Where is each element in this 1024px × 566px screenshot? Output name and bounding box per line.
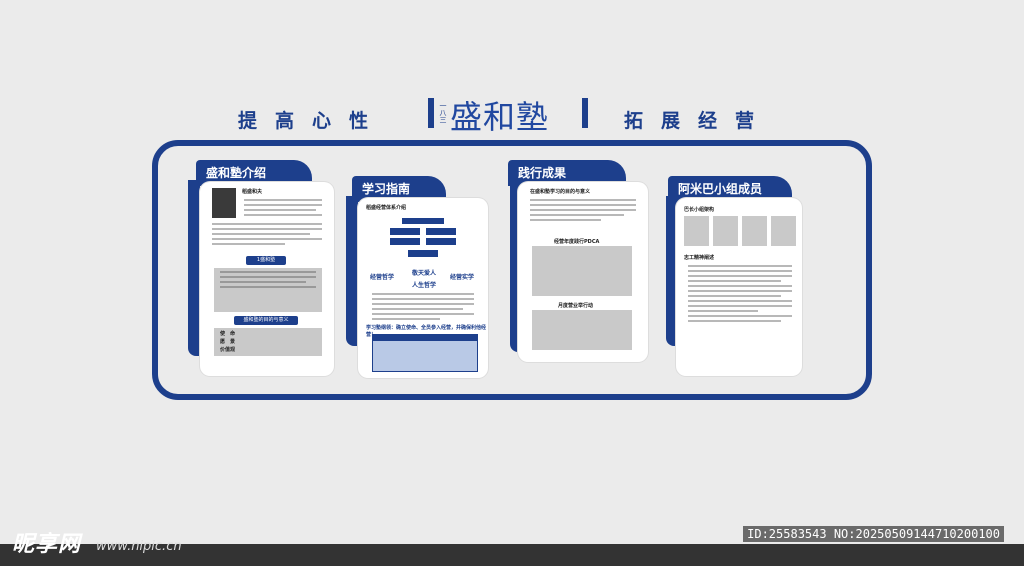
member-photo [713,216,738,246]
row-mission: 使 命 [220,331,236,337]
section-button-2: 盛和塾的目的与意义 [234,316,298,325]
box2-caption: 月度营业举行动 [558,303,594,309]
spirit-text [682,262,798,325]
portrait-image [212,188,236,218]
bio-text [238,196,328,219]
panel-subtitle: 稻盛经营体系介绍 [366,205,407,211]
box1-caption: 经营年度践行PDCA [554,239,600,245]
brand-bar-right [582,98,588,128]
intro-text [206,220,328,248]
panel-card: 稻盛和夫 1盛和塾 盛和塾的目的与意义 使 命 愿 景 价值观 [200,182,334,376]
plan-table [372,334,478,372]
row-vision: 愿 景 [220,339,236,345]
section-button-1: 1盛和塾 [246,256,286,265]
brand-bar-left [428,98,434,128]
tag-philosophy: 经营哲学 [370,274,395,281]
mission-box: 使 命 愿 景 价值观 [214,328,322,356]
pdca-image [532,246,632,296]
member-photos [684,216,796,246]
panel-card: 稻盛经营体系介绍 经营哲学 敬天爱人 经营实学 人生哲学 学习塾纲领：确立使命、… [358,198,488,378]
brand-title: 盛和塾 [450,98,550,136]
person-name: 稻盛和夫 [242,189,263,195]
row-values: 价值观 [220,347,236,353]
tag-practice: 经营实学 [450,274,475,281]
watermark-logo: 昵享网 [12,532,82,557]
system-diagram [386,218,460,268]
tag-life: 人生哲学 [412,282,437,289]
slogan-right: 拓展经营 [624,110,773,132]
member-photo [742,216,767,246]
slogan-left: 提高心性 [238,110,387,132]
panel-strip [188,180,200,356]
panel-subtitle: 巴长小组架构 [684,207,715,213]
brand-subtitle: 一八三 [439,102,447,123]
panel-strip [346,196,358,346]
tag-respect: 敬天爱人 [412,270,437,277]
brand-logo: 一八三 盛和塾 [428,92,588,136]
activity-image [532,310,632,350]
watermark-url: www.nipic.cn [96,539,182,554]
results-text [524,196,642,224]
member-photo [771,216,796,246]
guide-text [366,290,480,323]
intro-gray-box [214,268,322,312]
member-photo [684,216,709,246]
panel-subtitle: 在盛和塾学习的目的与意义 [530,189,591,195]
panel-card: 巴长小组架构 志工精神阐述 [676,198,802,376]
section-heading: 志工精神阐述 [684,255,715,261]
watermark-id: ID:25583543 NO:20250509144710200100 [743,526,1004,542]
panel-card: 在盛和塾学习的目的与意义 经营年度践行PDCA 月度营业举行动 [518,182,648,362]
